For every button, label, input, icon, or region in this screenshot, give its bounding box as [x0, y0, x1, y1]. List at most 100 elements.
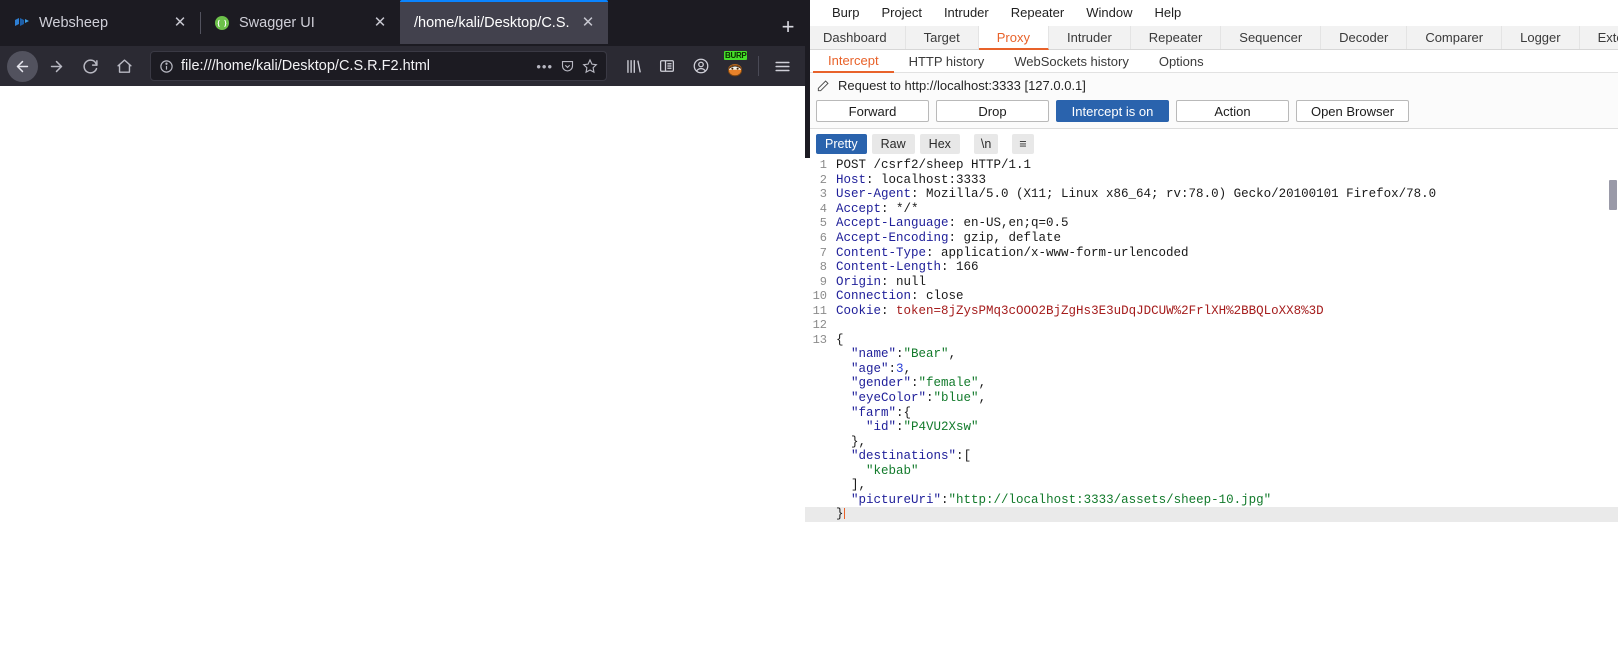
pencil-icon — [816, 79, 830, 93]
browser-tab-2[interactable]: Swagger UI ✕ — [200, 0, 400, 46]
request-info-line: Request to http://localhost:3333 [127.0.… — [805, 73, 1618, 97]
view-raw-button[interactable]: Raw — [871, 134, 915, 154]
browser-tab-close-icon[interactable]: ✕ — [370, 13, 390, 33]
browser-tab-close-icon[interactable]: ✕ — [170, 13, 190, 33]
request-code-lines[interactable]: 1 POST /csrf2/sheep HTTP/1.1 2 Host: localh… — [805, 158, 1618, 522]
action-button[interactable]: Action — [1176, 100, 1289, 122]
tab-dashboard[interactable]: Dashboard — [805, 26, 906, 49]
intercept-is-on-button[interactable]: Intercept is on — [1056, 100, 1169, 122]
line-number: 9 — [819, 274, 827, 289]
account-icon[interactable] — [685, 51, 717, 82]
drop-button[interactable]: Drop — [936, 100, 1049, 122]
code-line-text: "pictureUri":"http://localhost:3333/asse… — [851, 492, 1272, 507]
tab-sequencer[interactable]: Sequencer — [1221, 26, 1322, 49]
library-icon[interactable] — [617, 51, 649, 82]
code-line-text: "kebab" — [866, 463, 919, 478]
open-browser-button[interactable]: Open Browser — [1296, 100, 1409, 122]
view-hex-button[interactable]: Hex — [919, 134, 960, 154]
code-line: 5 Accept-Language: en-US,en;q=0.5 — [805, 216, 1618, 231]
swagger-icon — [214, 15, 230, 31]
browser-tab-close-icon[interactable]: ✕ — [578, 13, 598, 33]
burp-extension-icon[interactable]: BURP — [719, 51, 751, 82]
line-number: 11 — [812, 303, 827, 318]
browser-tab-3[interactable]: /home/kali/Desktop/C.S.R.F2 ✕ — [400, 0, 608, 44]
menu-item-help[interactable]: Help — [1143, 0, 1192, 26]
request-editor[interactable]: 1 POST /csrf2/sheep HTTP/1.1 2 Host: localh… — [805, 158, 1618, 672]
tab-decoder[interactable]: Decoder — [1321, 26, 1408, 49]
screen: Websheep ✕ Swagger UI ✕/home/kali/Desktop/C… — [0, 0, 1618, 672]
line-number: 13 — [812, 332, 827, 347]
new-tab-button[interactable]: + — [771, 8, 805, 46]
line-number: 6 — [819, 231, 827, 245]
forward-button[interactable]: Forward — [816, 100, 929, 122]
code-line-text: "destinations":[ — [851, 449, 972, 464]
code-line: "gender":"female", — [805, 376, 1618, 391]
message-view-toolbar: Pretty Raw Hex \n ≡ — [805, 129, 1618, 159]
line-number: 10 — [812, 289, 827, 304]
line-number: 5 — [819, 216, 827, 231]
view-n-button[interactable]: \n — [973, 134, 999, 154]
code-line-text: } — [836, 507, 846, 522]
code-line: 7 Content-Type: application/x-www-form-ur… — [805, 245, 1618, 260]
view--button[interactable]: ≡ — [1012, 134, 1034, 154]
code-line: } — [805, 507, 1618, 522]
line-number: 12 — [812, 318, 827, 333]
tab-comparer[interactable]: Comparer — [1407, 26, 1503, 49]
browser-tab-bar: Websheep ✕ Swagger UI ✕/home/kali/Desktop/C… — [0, 0, 805, 46]
code-line: 1 POST /csrf2/sheep HTTP/1.1 — [805, 158, 1618, 173]
page-actions-icon[interactable]: ••• — [536, 59, 553, 74]
code-line: 13 { — [805, 333, 1618, 348]
code-line-text: { — [836, 332, 844, 347]
home-icon[interactable] — [109, 51, 140, 82]
code-line: "eyeColor":"blue", — [805, 391, 1618, 406]
firefox-browser-window: Websheep ✕ Swagger UI ✕/home/kali/Desktop/C… — [0, 0, 805, 672]
subtab-options[interactable]: Options — [1144, 50, 1219, 72]
menu-item-repeater[interactable]: Repeater — [1000, 0, 1075, 26]
burp-main-tab-bar: Dashboard Target Proxy Intruder Repeater Sequ… — [805, 26, 1618, 50]
subtab-http-history[interactable]: HTTP history — [894, 50, 1000, 72]
websheep-icon — [14, 15, 30, 31]
tab-proxy[interactable]: Proxy — [978, 26, 1049, 50]
hamburger-menu-icon[interactable] — [766, 51, 798, 82]
burp-menu-bar: Burp Project Intruder Repeater Window Help — [805, 0, 1618, 26]
line-number: 7 — [819, 245, 827, 260]
forward-arrow-icon[interactable] — [41, 51, 72, 82]
tab-target[interactable]: Target — [906, 26, 979, 49]
code-line-text: Accept-Language: en-US,en;q=0.5 — [836, 216, 1069, 231]
reload-icon[interactable] — [75, 51, 106, 82]
tab-extender[interactable]: Extender — [1580, 26, 1618, 49]
url-text: file:///home/kali/Desktop/C.S.R.F2.html — [181, 58, 430, 74]
sidebar-icon[interactable] — [651, 51, 683, 82]
code-line: "age":3, — [805, 362, 1618, 377]
tab-logger[interactable]: Logger — [1502, 26, 1580, 49]
browser-tab-title: /home/kali/Desktop/C.S.R.F2 — [414, 15, 569, 31]
menu-item-intruder[interactable]: Intruder — [933, 0, 1000, 26]
editor-scrollbar-thumb[interactable] — [1609, 180, 1617, 210]
burp-badge-label: BURP — [724, 51, 748, 60]
menu-item-window[interactable]: Window — [1075, 0, 1143, 26]
view-pretty-button[interactable]: Pretty — [816, 134, 867, 154]
url-bar[interactable]: file:///home/kali/Desktop/C.S.R.F2.html … — [150, 51, 607, 81]
code-line-text: User-Agent: Mozilla/5.0 (X11; Linux x86_… — [836, 187, 1437, 202]
burp-suite-window: Burp Project Intruder Repeater Window Help Da… — [805, 0, 1618, 672]
code-line-text: Connection: close — [836, 289, 964, 304]
code-line-text: }, — [851, 434, 867, 449]
code-line-text: Accept: */* — [836, 201, 919, 216]
text-cursor — [843, 508, 846, 520]
pocket-icon[interactable] — [560, 59, 575, 74]
subtab-intercept[interactable]: Intercept — [813, 50, 894, 73]
burp-sub-tab-bar: Intercept HTTP history WebSockets history O… — [805, 50, 1618, 73]
toolbar-divider — [758, 56, 759, 76]
subtab-websockets-history[interactable]: WebSockets history — [999, 50, 1144, 72]
menu-item-project[interactable]: Project — [870, 0, 932, 26]
code-line: "id":"P4VU2Xsw" — [805, 420, 1618, 435]
tab-intruder[interactable]: Intruder — [1049, 26, 1131, 49]
browser-tab-1[interactable]: Websheep ✕ — [0, 0, 200, 46]
bookmark-star-icon[interactable] — [582, 58, 598, 74]
tab-repeater[interactable]: Repeater — [1131, 26, 1222, 49]
code-line: 6 Accept-Encoding: gzip, deflate — [805, 231, 1618, 246]
back-arrow-icon[interactable] — [7, 50, 38, 82]
menu-item-burp[interactable]: Burp — [821, 0, 870, 26]
browser-tab-title: Swagger UI — [239, 15, 315, 31]
